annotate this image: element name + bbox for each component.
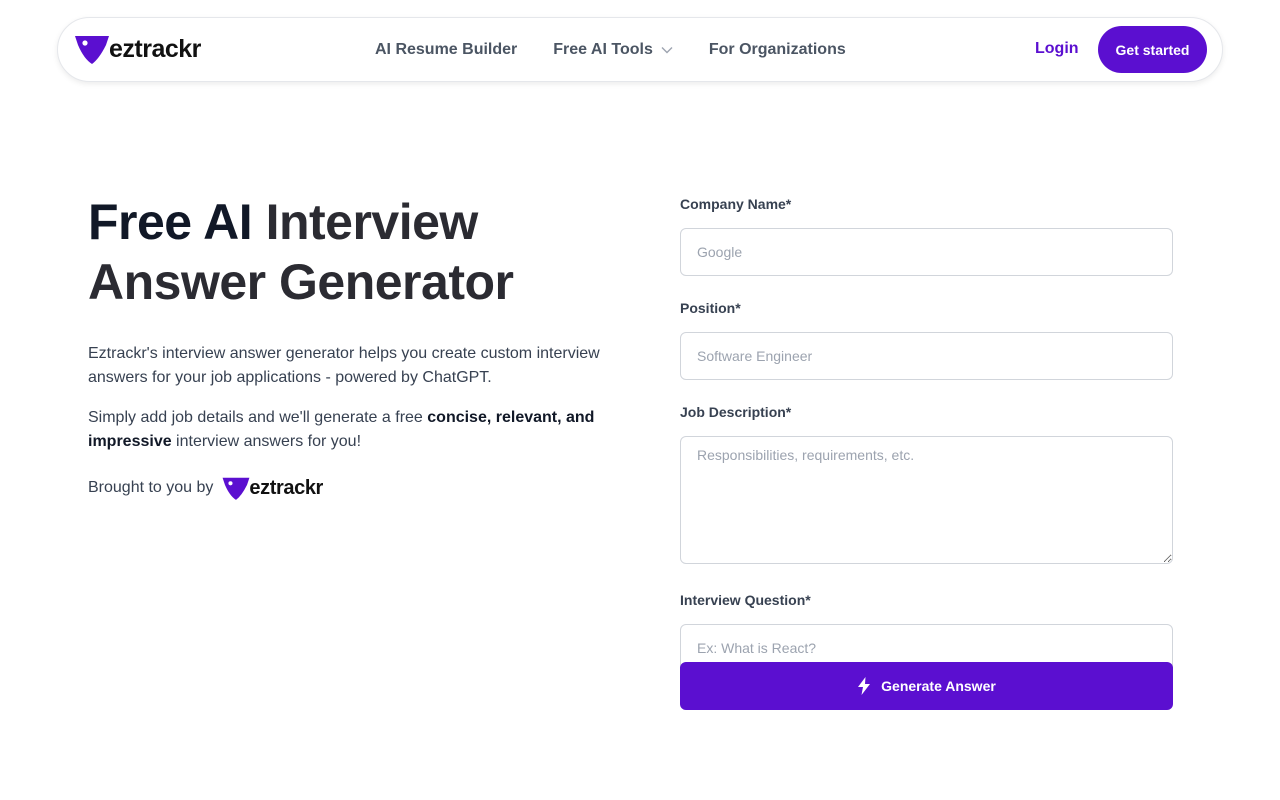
top-navbar: eztrackr AI Resume Builder Free AI Tools…	[57, 17, 1223, 82]
hero-subdescription: Simply add job details and we'll generat…	[88, 406, 608, 454]
brand-logo[interactable]: eztrackr	[73, 33, 201, 65]
nav-link-ai-resume-builder[interactable]: AI Resume Builder	[375, 41, 517, 59]
nav-link-for-organizations[interactable]: For Organizations	[709, 41, 846, 59]
brought-by-label: Brought to you by	[88, 479, 214, 496]
position-input[interactable]	[680, 332, 1173, 380]
company-name-input[interactable]	[680, 228, 1173, 276]
brought-by-logo[interactable]: eztrackr	[221, 475, 323, 501]
main-nav: AI Resume Builder Free AI Tools For Orga…	[375, 18, 882, 81]
page-title-lead: Free AI	[88, 194, 253, 250]
interview-question-label: Interview Question*	[680, 592, 811, 608]
login-link[interactable]: Login	[1035, 40, 1079, 58]
company-name-label: Company Name*	[680, 196, 792, 212]
brought-to-you-by: Brought to you by eztrackr	[88, 475, 323, 501]
generate-answer-button[interactable]: Generate Answer	[680, 662, 1173, 710]
chevron-down-icon	[661, 46, 673, 53]
job-description-label: Job Description*	[680, 404, 792, 420]
page-title: Free AI Interview Answer Generator	[88, 192, 618, 312]
job-description-textarea[interactable]	[680, 436, 1173, 564]
generate-answer-label: Generate Answer	[881, 678, 996, 694]
lightning-bolt-icon	[858, 677, 871, 695]
nav-link-label: Free AI Tools	[553, 40, 653, 58]
get-started-button[interactable]: Get started	[1098, 26, 1207, 73]
hero-description: Eztrackr's interview answer generator he…	[88, 345, 600, 386]
hero-sub-suffix: interview answers for you!	[171, 433, 362, 450]
nav-link-free-ai-tools[interactable]: Free AI Tools	[553, 41, 673, 59]
nav-link-label: For Organizations	[708, 40, 846, 58]
eztrackr-logo-icon	[75, 36, 109, 64]
hero-sub-prefix: Simply add job details and we'll generat…	[88, 409, 428, 426]
brand-name: eztrackr	[249, 476, 323, 499]
nav-link-label: AI Resume Builder	[375, 40, 518, 58]
brand-name: eztrackr	[109, 34, 201, 63]
eztrackr-logo-icon	[223, 477, 250, 500]
position-label: Position*	[680, 300, 741, 316]
hero-section: Free AI Interview Answer Generator Eztra…	[88, 192, 618, 454]
answer-generator-form: Company Name* Position* Job Description*…	[680, 196, 1173, 696]
